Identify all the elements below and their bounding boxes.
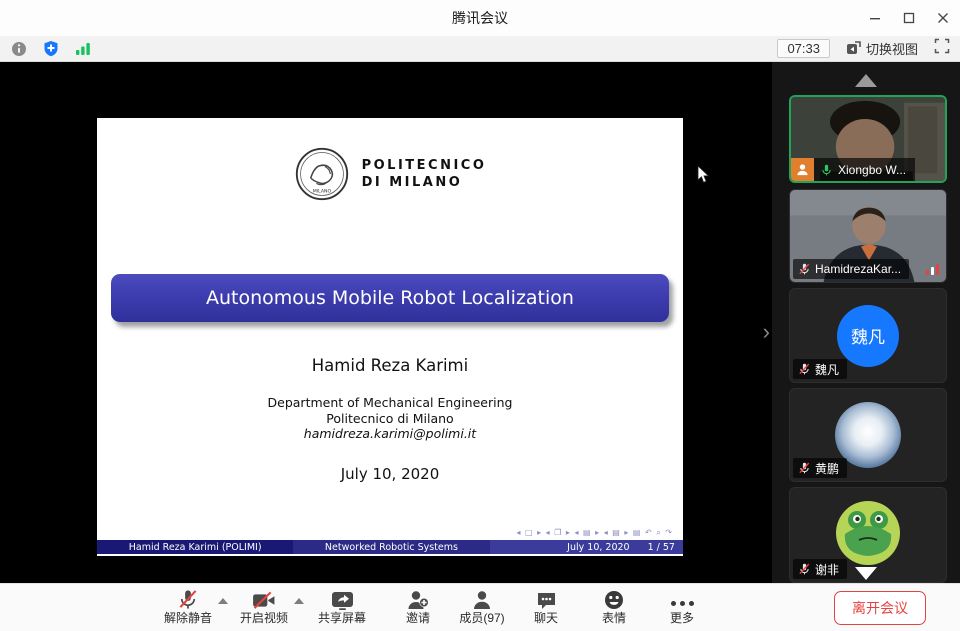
mic-muted-icon xyxy=(177,589,199,610)
footline-author: Hamid Reza Karimi (POLIMI) xyxy=(97,540,293,554)
share-screen-button[interactable]: 共享屏幕 xyxy=(310,590,374,625)
mic-muted-icon xyxy=(798,562,811,576)
participant-name: 黄鹏 xyxy=(815,460,839,477)
leave-meeting-button[interactable]: 离开会议 xyxy=(834,591,926,625)
camera-off-icon xyxy=(251,591,277,610)
invite-person-icon xyxy=(407,590,429,610)
close-button[interactable] xyxy=(926,0,960,36)
participant-name: Xiongbo W... xyxy=(838,163,906,177)
smiley-icon xyxy=(604,590,624,610)
switch-view-button[interactable]: 切换视图 xyxy=(846,39,918,58)
maximize-button[interactable] xyxy=(892,0,926,36)
slide-author: Hamid Reza Karimi xyxy=(97,356,683,375)
polimi-logo-text: POLITECNICO DI MILANO xyxy=(362,157,487,191)
fullscreen-button[interactable] xyxy=(934,38,950,59)
more-dots-icon xyxy=(671,601,694,606)
footline-page: 1 / 57 xyxy=(648,542,675,553)
share-screen-icon xyxy=(331,591,354,610)
switch-view-icon xyxy=(846,41,861,56)
slide-university: Politecnico di Milano xyxy=(97,411,683,427)
meeting-timer: 07:33 xyxy=(777,39,830,58)
participant-name-badge: HamidrezaKar... xyxy=(793,259,909,279)
chat-button[interactable]: 聊天 xyxy=(516,590,576,625)
security-shield-button[interactable] xyxy=(42,40,60,58)
participant-name-badge: 黄鹏 xyxy=(793,458,847,478)
chat-bubble-icon xyxy=(536,591,557,610)
slide-department: Department of Mechanical Engineering xyxy=(97,395,683,411)
switch-view-label: 切换视图 xyxy=(866,39,918,58)
slide-email: hamidreza.karimi@polimi.it xyxy=(97,426,683,442)
sidebar-collapse-chevron[interactable]: › xyxy=(763,324,770,340)
emoji-button[interactable]: 表情 xyxy=(584,590,644,625)
participant-name: 魏凡 xyxy=(815,361,839,378)
unmute-options-caret[interactable] xyxy=(218,598,228,604)
shared-screen-stage: MILANO POLITECNICO DI MILANO Autonomous … xyxy=(0,62,772,583)
initials-avatar: 魏凡 xyxy=(837,305,899,367)
video-options-caret[interactable] xyxy=(294,598,304,604)
footline-date: July 10, 2020 xyxy=(567,542,629,553)
participant-name: HamidrezaKar... xyxy=(815,262,901,276)
meeting-info-button[interactable] xyxy=(10,40,28,58)
participant-name-badge: 谢非 xyxy=(793,559,847,579)
scroll-down-arrow[interactable] xyxy=(855,567,877,580)
members-icon xyxy=(472,590,492,610)
more-button[interactable]: 更多 xyxy=(652,590,712,625)
meeting-toolbar: 解除静音 开启视频 共享屏幕 xyxy=(0,583,960,631)
mic-muted-icon xyxy=(798,461,811,475)
host-icon xyxy=(791,158,814,181)
mic-muted-icon xyxy=(798,262,811,276)
participant-tile-huangpeng[interactable]: 黄鹏 xyxy=(789,388,947,482)
minimize-button[interactable] xyxy=(858,0,892,36)
invite-button[interactable]: 邀请 xyxy=(388,590,448,625)
mic-on-icon xyxy=(820,163,833,177)
slide-affiliation-block: Department of Mechanical Engineering Pol… xyxy=(97,395,683,442)
slide-title-banner: Autonomous Mobile Robot Localization xyxy=(111,274,669,322)
svg-text:MILANO: MILANO xyxy=(312,189,331,195)
unmute-button[interactable]: 解除静音 xyxy=(158,590,218,625)
footline-date-page: July 10, 2020 1 / 57 xyxy=(490,540,683,554)
participant-name-badge: Xiongbo W... xyxy=(791,158,915,181)
polimi-seal-icon: MILANO xyxy=(294,146,350,202)
signal-bars-icon xyxy=(75,42,91,56)
window-title: 腾讯会议 xyxy=(0,8,960,28)
slide-title: Autonomous Mobile Robot Localization xyxy=(206,287,574,309)
info-icon xyxy=(11,41,27,57)
participant-tile-weifan[interactable]: 魏凡 魏凡 xyxy=(789,288,947,383)
participant-tile-hamidreza[interactable]: HamidrezaKar... xyxy=(789,189,947,283)
poor-signal-icon xyxy=(926,264,939,275)
start-video-button[interactable]: 开启视频 xyxy=(234,590,294,625)
network-signal-button[interactable] xyxy=(74,40,92,58)
fullscreen-icon xyxy=(934,38,950,54)
participant-name-badge: 魏凡 xyxy=(793,359,847,379)
participants-sidebar: Xiongbo W... HamidrezaK xyxy=(772,62,960,583)
members-button[interactable]: 成员(97) xyxy=(452,590,512,625)
participant-name: 谢非 xyxy=(815,561,839,578)
presentation-slide: MILANO POLITECNICO DI MILANO Autonomous … xyxy=(97,118,683,556)
frog-avatar xyxy=(835,500,901,566)
maximize-icon xyxy=(903,12,915,24)
shield-icon xyxy=(43,40,59,57)
slide-footline: Hamid Reza Karimi (POLIMI) Networked Rob… xyxy=(97,540,683,554)
slide-date: July 10, 2020 xyxy=(97,465,683,483)
minimize-icon xyxy=(869,12,881,24)
window-titlebar: 腾讯会议 xyxy=(0,0,960,36)
mic-muted-icon xyxy=(798,362,811,376)
scroll-up-arrow[interactable] xyxy=(855,74,877,87)
beamer-nav-symbols: ◂ □ ▸ ◂ ❐ ▸ ◂ ▤ ▸ ◂ ▤ ▸ ▤ ↶ ⌕ ↷ xyxy=(516,528,673,538)
close-icon xyxy=(937,12,949,24)
participant-tile-xiongbo[interactable]: Xiongbo W... xyxy=(789,95,947,183)
footline-series: Networked Robotic Systems xyxy=(293,540,489,554)
meeting-statusbar: 07:33 切换视图 xyxy=(0,36,960,62)
mouse-cursor xyxy=(697,165,710,184)
